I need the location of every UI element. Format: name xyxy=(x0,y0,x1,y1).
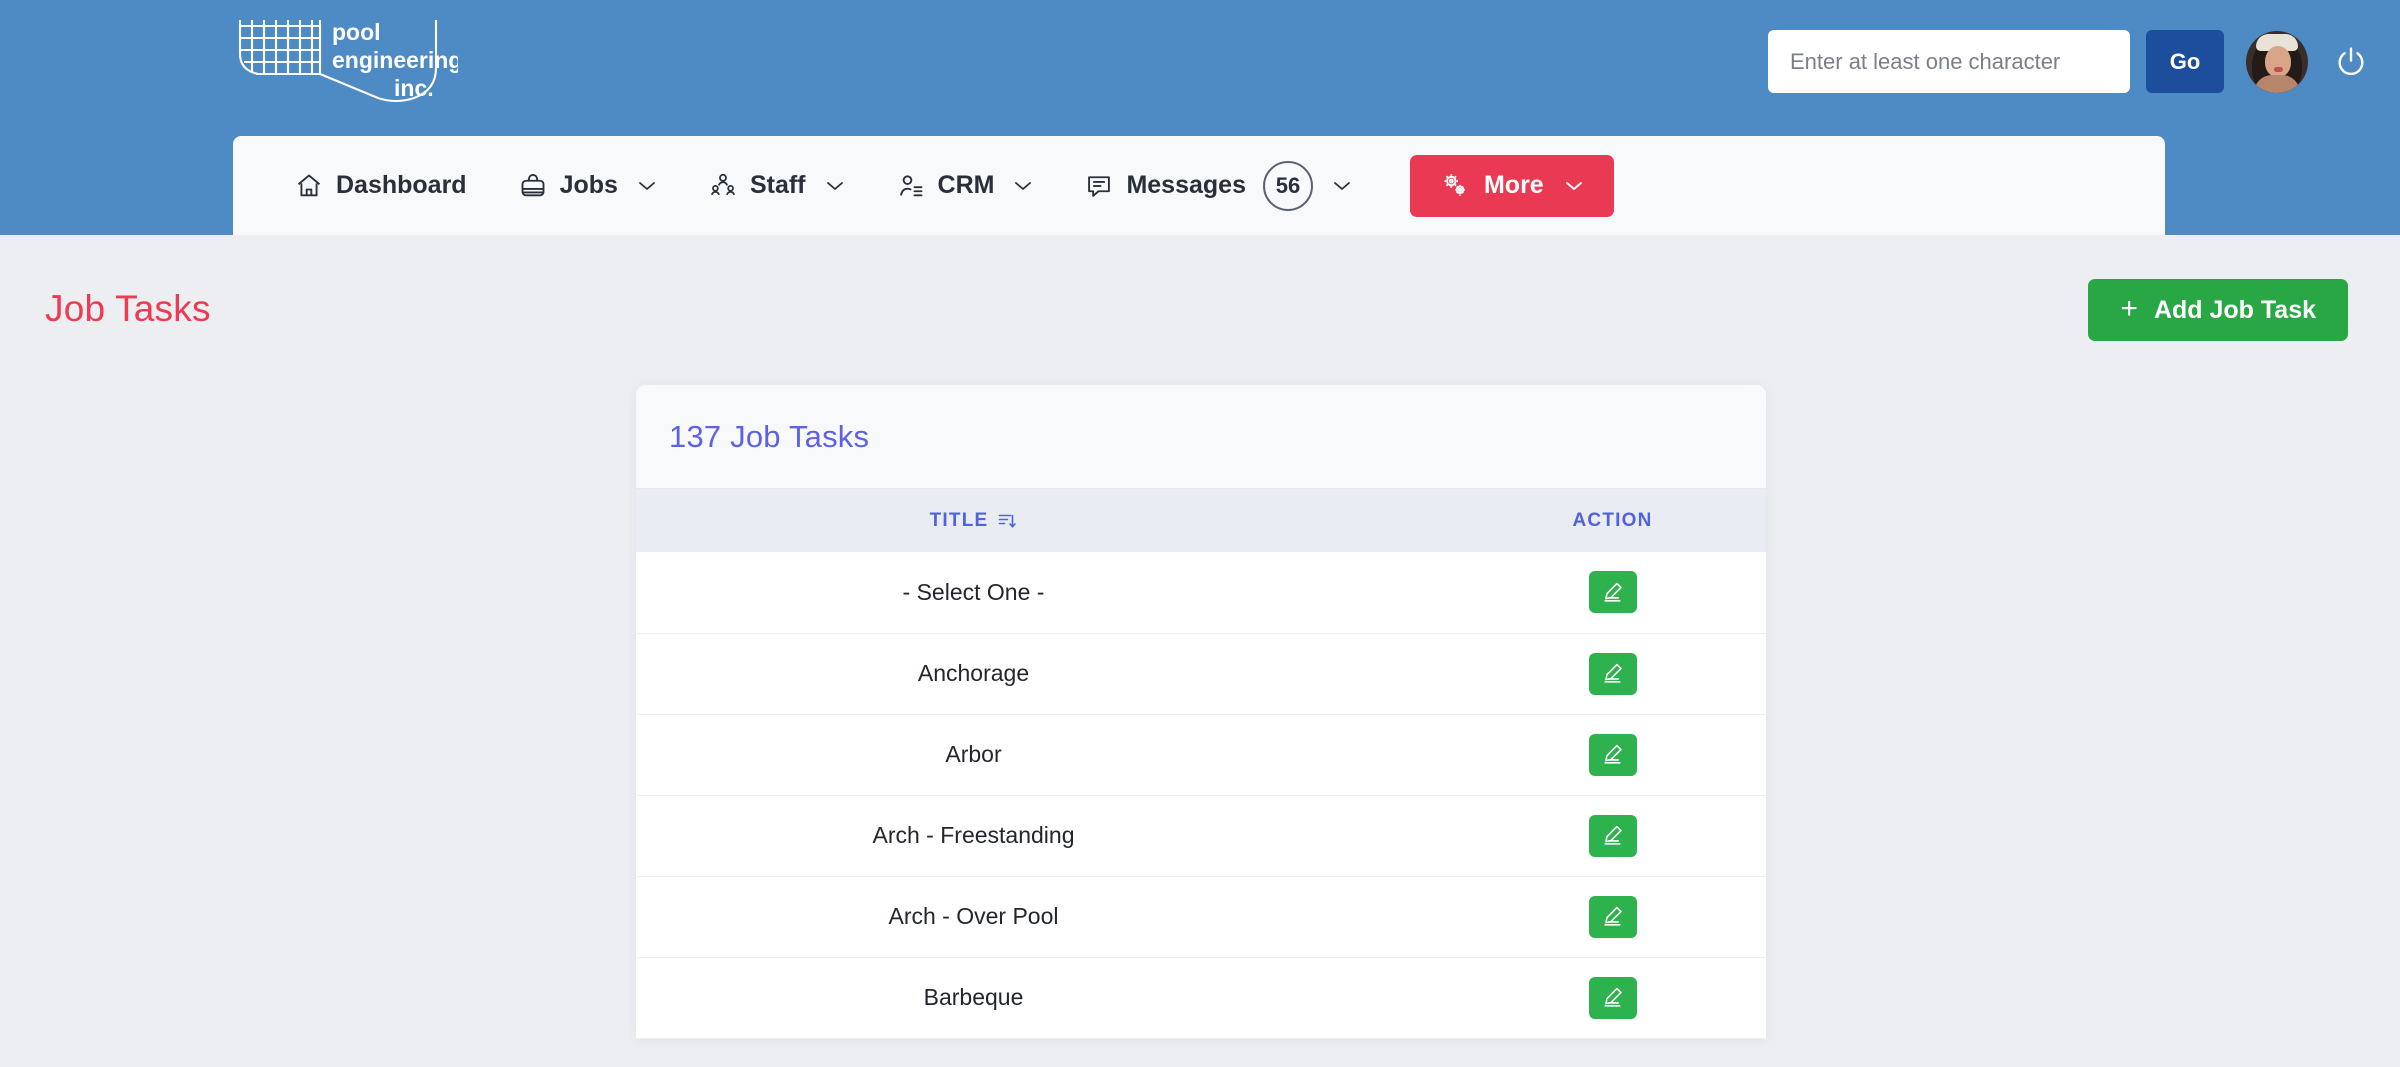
brand-line3: inc. xyxy=(394,75,434,101)
search-go-button[interactable]: Go xyxy=(2146,30,2224,93)
edit-pencil-icon xyxy=(1600,985,1625,1010)
row-title: Barbeque xyxy=(636,957,1501,1038)
table-row[interactable]: - Select One - xyxy=(636,552,1766,633)
edit-button[interactable] xyxy=(1589,571,1637,613)
chevron-down-icon[interactable] xyxy=(1013,180,1033,192)
table-row[interactable]: Anchorage xyxy=(636,633,1766,714)
brand-line1: pool xyxy=(332,19,381,45)
table-header-row: TITLE ACTION xyxy=(636,489,1766,552)
table-row[interactable]: Arch - Over Pool xyxy=(636,876,1766,957)
avatar-lips xyxy=(2274,67,2283,72)
edit-pencil-icon xyxy=(1600,904,1625,929)
cogs-icon xyxy=(1440,171,1470,201)
row-action xyxy=(1501,876,1766,957)
nav-item-staff-label: Staff xyxy=(750,171,806,200)
job-tasks-table: TITLE ACTION - Sele xyxy=(636,489,1766,1039)
table-head: TITLE ACTION xyxy=(636,489,1766,552)
search-input[interactable] xyxy=(1768,30,2130,93)
card-header: 137 Job Tasks xyxy=(636,385,1766,489)
header-right-controls: Go xyxy=(1768,30,2368,93)
people-group-icon xyxy=(709,172,737,200)
row-action xyxy=(1501,957,1766,1038)
briefcase-icon xyxy=(519,172,547,200)
nav-item-staff[interactable]: Staff xyxy=(709,171,845,200)
sort-icon[interactable] xyxy=(997,511,1017,531)
pool-grid-logo-icon: pool engineering inc. xyxy=(228,14,458,112)
table-row[interactable]: Arch - Freestanding xyxy=(636,795,1766,876)
row-action xyxy=(1501,714,1766,795)
avatar-face xyxy=(2265,46,2291,77)
brand-logo[interactable]: pool engineering inc. xyxy=(228,14,458,112)
chevron-down-icon[interactable] xyxy=(1564,180,1584,192)
nav-item-dashboard[interactable]: Dashboard xyxy=(295,171,467,200)
home-icon xyxy=(295,172,323,200)
chevron-down-icon[interactable] xyxy=(637,180,657,192)
nav-item-crm[interactable]: CRM xyxy=(897,171,1034,200)
message-icon xyxy=(1085,172,1113,200)
more-button-label: More xyxy=(1484,171,1544,200)
add-job-task-label: Add Job Task xyxy=(2154,296,2316,325)
nav-item-jobs[interactable]: Jobs xyxy=(519,171,657,200)
column-header-action: ACTION xyxy=(1501,489,1766,552)
add-job-task-button[interactable]: + Add Job Task xyxy=(2088,279,2348,341)
edit-pencil-icon xyxy=(1600,742,1625,767)
card-heading: 137 Job Tasks xyxy=(669,419,869,455)
edit-pencil-icon xyxy=(1600,823,1625,848)
table-row[interactable]: Arbor xyxy=(636,714,1766,795)
power-icon[interactable] xyxy=(2334,45,2368,79)
brand-line2: engineering xyxy=(332,47,458,73)
row-title: Anchorage xyxy=(636,633,1501,714)
nav-item-messages[interactable]: Messages 56 xyxy=(1085,161,1352,211)
column-header-title-label: TITLE xyxy=(930,510,989,532)
avatar[interactable] xyxy=(2246,31,2308,93)
column-header-action-label: ACTION xyxy=(1572,510,1652,531)
plus-icon: + xyxy=(2120,294,2138,324)
nav-item-messages-label: Messages xyxy=(1126,171,1246,200)
more-button[interactable]: More xyxy=(1410,155,1614,217)
row-title: Arbor xyxy=(636,714,1501,795)
row-action xyxy=(1501,633,1766,714)
table-row[interactable]: Barbeque xyxy=(636,957,1766,1038)
edit-button[interactable] xyxy=(1589,734,1637,776)
row-action xyxy=(1501,552,1766,633)
edit-button[interactable] xyxy=(1589,815,1637,857)
table-body: - Select One - Anchorage xyxy=(636,552,1766,1038)
row-action xyxy=(1501,795,1766,876)
nav-item-jobs-label: Jobs xyxy=(560,171,618,200)
main-navigation: Dashboard Jobs Staff xyxy=(233,136,2165,235)
page-title: Job Tasks xyxy=(45,288,211,330)
user-list-icon xyxy=(897,172,925,200)
row-title: Arch - Over Pool xyxy=(636,876,1501,957)
messages-badge: 56 xyxy=(1263,161,1313,211)
edit-button[interactable] xyxy=(1589,896,1637,938)
nav-item-dashboard-label: Dashboard xyxy=(336,171,467,200)
edit-pencil-icon xyxy=(1600,661,1625,686)
nav-item-crm-label: CRM xyxy=(938,171,995,200)
chevron-down-icon[interactable] xyxy=(825,180,845,192)
column-header-title[interactable]: TITLE xyxy=(636,489,1501,552)
edit-button[interactable] xyxy=(1589,977,1637,1019)
edit-button[interactable] xyxy=(1589,653,1637,695)
edit-pencil-icon xyxy=(1600,580,1625,605)
chevron-down-icon[interactable] xyxy=(1332,180,1352,192)
row-title: Arch - Freestanding xyxy=(636,795,1501,876)
job-tasks-card: 137 Job Tasks TITLE xyxy=(636,385,1766,1039)
row-title: - Select One - xyxy=(636,552,1501,633)
